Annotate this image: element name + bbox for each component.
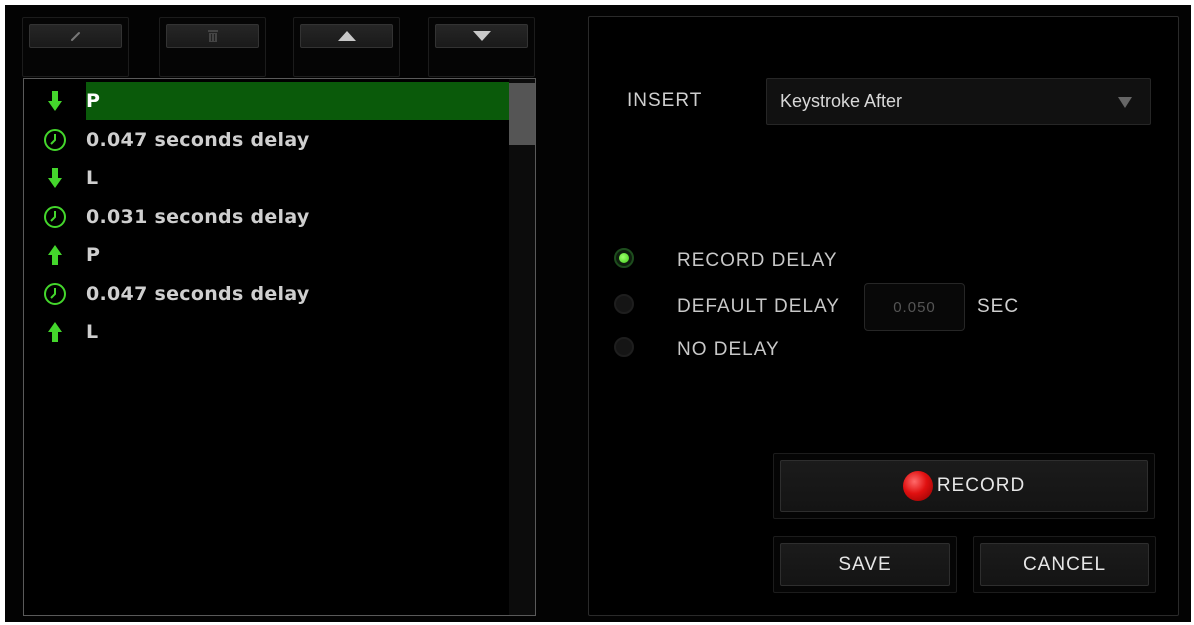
insert-label: INSERT	[627, 90, 703, 111]
list-item-label: 0.047 seconds delay	[86, 129, 310, 151]
edit-icon	[70, 32, 80, 41]
delete-button-frame	[159, 17, 266, 77]
save-button[interactable]: SAVE	[780, 543, 950, 586]
macro-editor: P 0.047 seconds delay L 0.031 seconds de…	[5, 5, 1191, 622]
move-up-button[interactable]	[300, 24, 393, 48]
settings-panel: INSERT Keystroke After RECORD DELAY DEFA…	[588, 16, 1179, 616]
cancel-button[interactable]: CANCEL	[980, 543, 1149, 586]
insert-dropdown-value: Keystroke After	[780, 91, 903, 111]
list-item-label: 0.047 seconds delay	[86, 283, 310, 305]
arrow-up-icon	[337, 31, 356, 41]
list-scrollbar[interactable]	[509, 79, 535, 615]
scroll-thumb[interactable]	[509, 83, 535, 145]
record-delay-radio[interactable]	[614, 248, 634, 268]
delay-unit-label: SEC	[977, 296, 1020, 317]
delete-button[interactable]	[166, 24, 259, 48]
list-item[interactable]: P	[24, 237, 509, 273]
list-item[interactable]: P	[24, 82, 509, 120]
record-button-frame: RECORD	[773, 453, 1155, 519]
cancel-button-frame: CANCEL	[973, 536, 1156, 593]
list-item[interactable]: L	[24, 160, 509, 196]
list-item[interactable]: 0.047 seconds delay	[24, 276, 509, 312]
list-item-label: P	[86, 244, 101, 266]
default-delay-input[interactable]	[864, 283, 965, 331]
record-button-label: RECORD	[936, 475, 1026, 496]
list-item-label: L	[86, 167, 99, 189]
move-up-button-frame	[293, 17, 400, 77]
clock-icon	[24, 122, 86, 158]
list-item[interactable]: 0.031 seconds delay	[24, 199, 509, 235]
record-delay-label: RECORD DELAY	[677, 250, 838, 271]
clock-icon	[24, 199, 86, 235]
list-item-label: L	[86, 321, 99, 343]
edit-button-frame	[22, 17, 129, 77]
key-down-icon	[24, 83, 86, 119]
key-up-icon	[24, 237, 86, 273]
record-button[interactable]: RECORD	[780, 460, 1148, 512]
edit-button[interactable]	[29, 24, 122, 48]
no-delay-radio[interactable]	[614, 337, 634, 357]
save-button-label: SAVE	[838, 553, 892, 575]
key-down-icon	[24, 160, 86, 196]
move-down-button[interactable]	[435, 24, 528, 48]
list-item-label: P	[86, 90, 101, 112]
arrow-down-icon	[472, 31, 491, 41]
macro-list: P 0.047 seconds delay L 0.031 seconds de…	[23, 78, 536, 616]
insert-dropdown[interactable]: Keystroke After	[766, 78, 1151, 125]
move-down-button-frame	[428, 17, 535, 77]
clock-icon	[24, 276, 86, 312]
default-delay-radio[interactable]	[614, 294, 634, 314]
default-delay-label: DEFAULT DELAY	[677, 296, 840, 317]
no-delay-label: NO DELAY	[677, 339, 780, 360]
save-button-frame: SAVE	[773, 536, 957, 593]
list-item[interactable]: L	[24, 314, 509, 350]
list-item[interactable]: 0.047 seconds delay	[24, 122, 509, 158]
key-up-icon	[24, 314, 86, 350]
record-icon	[902, 471, 933, 501]
trash-icon	[207, 30, 218, 42]
chevron-down-icon	[1118, 97, 1132, 108]
list-item-label: 0.031 seconds delay	[86, 206, 310, 228]
cancel-button-label: CANCEL	[1022, 553, 1107, 575]
